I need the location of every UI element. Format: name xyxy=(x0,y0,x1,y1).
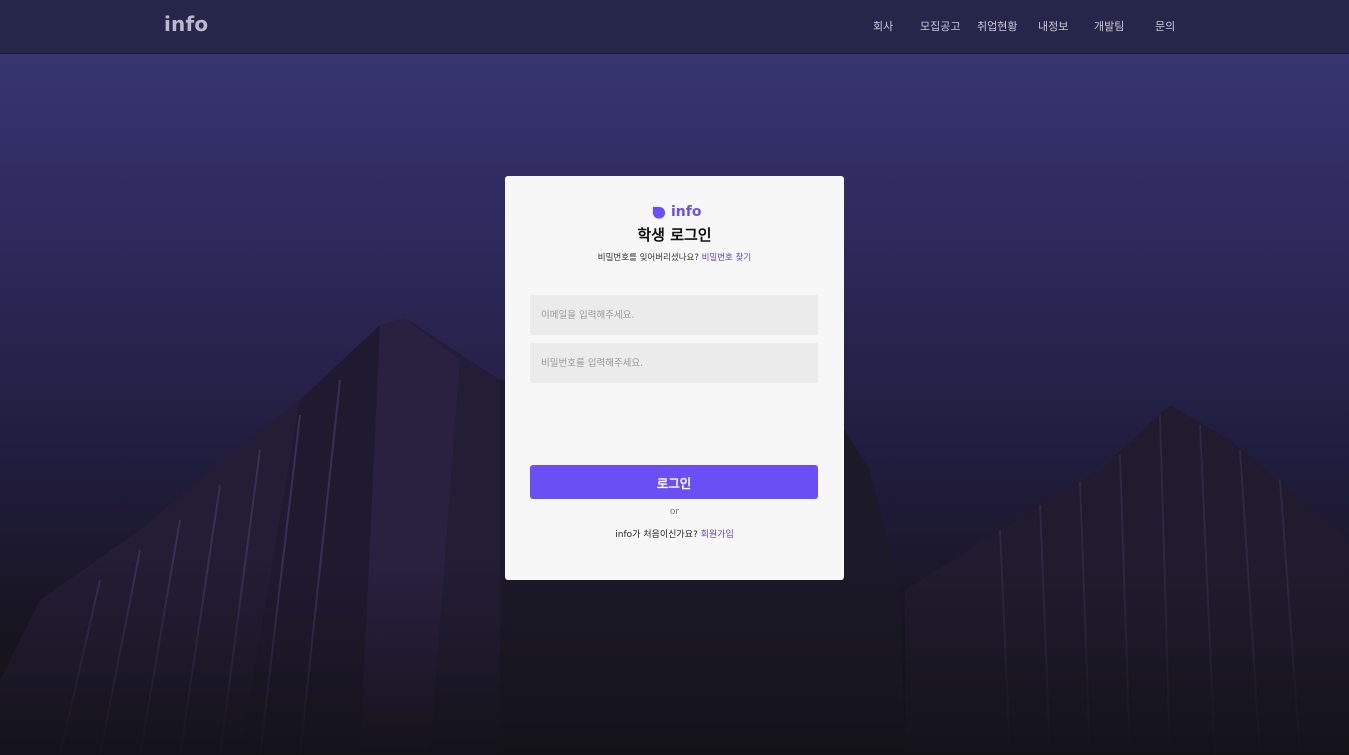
password-input[interactable] xyxy=(530,343,818,383)
nav-dev-team[interactable]: 개발팀 xyxy=(1094,18,1124,34)
login-card: info 학생 로그인 비밀번호를 잊어버리셨나요? 비밀번호 찾기 로그인 o… xyxy=(505,176,844,580)
info-logo-icon xyxy=(652,206,666,219)
nav-my-info[interactable]: 내정보 xyxy=(1038,18,1068,34)
login-button[interactable]: 로그인 xyxy=(530,465,818,499)
email-input[interactable] xyxy=(530,295,818,335)
forgot-password-row: 비밀번호를 잊어버리셨나요? 비밀번호 찾기 xyxy=(505,251,844,263)
forgot-password-prompt: 비밀번호를 잊어버리셨나요? xyxy=(597,253,699,263)
nav-job-postings[interactable]: 모집공고 xyxy=(920,18,960,34)
signup-link[interactable]: 회원가입 xyxy=(701,530,734,540)
login-page: info 회사 모집공고 취업현황 내정보 개발팀 문의 info 학생 로그인… xyxy=(0,0,1349,755)
nav-company[interactable]: 회사 xyxy=(873,18,893,34)
forgot-password-link[interactable]: 비밀번호 찾기 xyxy=(702,253,752,263)
card-brand-text: info xyxy=(671,204,702,220)
signup-prompt: info가 처음이신가요? xyxy=(615,530,698,540)
header-logo[interactable]: info xyxy=(164,12,208,36)
nav-employment-status[interactable]: 취업현황 xyxy=(977,18,1017,34)
signup-row: info가 처음이신가요? 회원가입 xyxy=(505,527,844,540)
nav-inquiry[interactable]: 문의 xyxy=(1155,18,1175,34)
page-title: 학생 로그인 xyxy=(637,226,712,244)
or-divider: or xyxy=(669,507,680,517)
card-brand: info xyxy=(651,202,701,222)
top-navbar: info 회사 모집공고 취업현황 내정보 개발팀 문의 xyxy=(0,0,1349,54)
